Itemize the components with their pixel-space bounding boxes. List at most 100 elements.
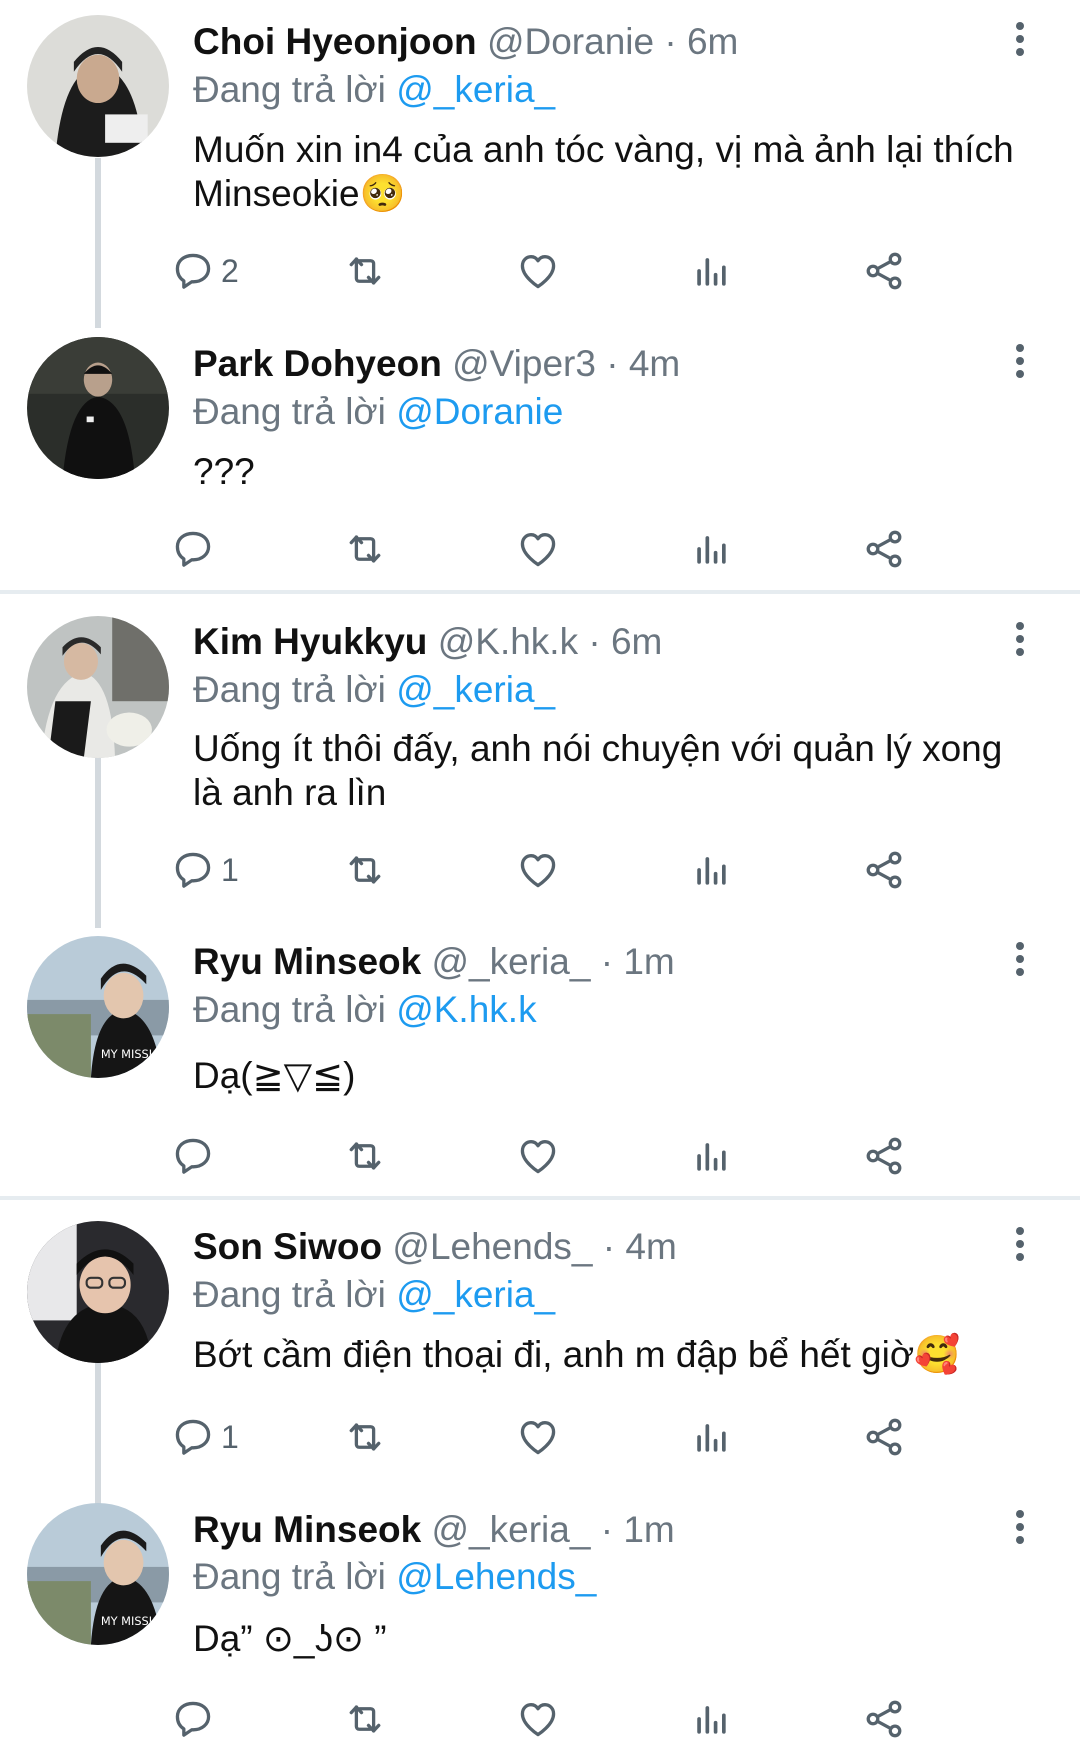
avatar-image [27, 616, 169, 758]
user-handle[interactable]: @_keria_ [432, 1509, 591, 1550]
tweet[interactable]: Son Siwoo @Lehends_ · 4m Đang trả lời @_… [0, 1205, 1080, 1531]
more-vertical-icon[interactable] [1005, 622, 1035, 662]
action-bar: 1 [175, 1412, 1033, 1462]
views-icon [689, 1415, 733, 1459]
share-button[interactable] [862, 845, 906, 895]
avatar[interactable] [27, 616, 169, 758]
display-name[interactable]: Son Siwoo [193, 1226, 382, 1267]
views-icon [689, 848, 733, 892]
reply-icon [171, 1415, 215, 1459]
user-handle[interactable]: @Doranie [487, 21, 654, 62]
views-button[interactable] [689, 246, 733, 296]
reply-button[interactable] [171, 1131, 221, 1181]
views-icon [689, 1134, 733, 1178]
reply-button[interactable] [171, 524, 221, 574]
mention-link[interactable]: @_keria_ [396, 669, 555, 710]
like-icon [516, 1415, 560, 1459]
like-button[interactable] [516, 1412, 560, 1462]
share-button[interactable] [862, 524, 906, 574]
timestamp[interactable]: 1m [623, 941, 674, 982]
views-button[interactable] [689, 845, 733, 895]
reply-button[interactable]: 2 [171, 246, 239, 296]
avatar[interactable]: MY MISSION [27, 1503, 169, 1645]
tweet-text: Uống ít thôi đấy, anh nói chuyện với quả… [193, 728, 1003, 813]
reply-button[interactable] [171, 1694, 221, 1744]
timestamp[interactable]: 6m [687, 21, 738, 62]
like-button[interactable] [516, 1694, 560, 1744]
user-handle[interactable]: @Viper3 [452, 343, 596, 384]
user-handle[interactable]: @_keria_ [432, 941, 591, 982]
share-button[interactable] [862, 246, 906, 296]
views-icon [689, 1697, 733, 1741]
retweet-button[interactable] [343, 246, 387, 296]
views-icon [689, 249, 733, 293]
reply-count: 1 [221, 851, 239, 888]
tweet[interactable]: Kim Hyukkyu @K.hk.k · 6m Đang trả lời @_… [0, 600, 1080, 928]
retweet-icon [343, 1134, 387, 1178]
share-button[interactable] [862, 1412, 906, 1462]
mention-link[interactable]: @K.hk.k [396, 989, 536, 1030]
display-name[interactable]: Kim Hyukkyu [193, 621, 427, 662]
retweet-button[interactable] [343, 1694, 387, 1744]
like-button[interactable] [516, 845, 560, 895]
more-vertical-icon[interactable] [1005, 1227, 1035, 1267]
views-icon [689, 527, 733, 571]
avatar[interactable] [27, 1221, 169, 1363]
display-name[interactable]: Park Dohyeon [193, 343, 442, 384]
user-handle[interactable]: @K.hk.k [438, 621, 578, 662]
retweet-button[interactable] [343, 845, 387, 895]
like-button[interactable] [516, 246, 560, 296]
avatar[interactable] [27, 337, 169, 479]
timestamp[interactable]: 1m [623, 1509, 674, 1550]
display-name[interactable]: Choi Hyeonjoon [193, 21, 477, 62]
avatar[interactable] [27, 15, 169, 157]
views-button[interactable] [689, 524, 733, 574]
more-vertical-icon[interactable] [1005, 22, 1035, 62]
mention-link[interactable]: @_keria_ [396, 69, 555, 110]
avatar[interactable]: MY MISSION [27, 936, 169, 1078]
timestamp[interactable]: 4m [625, 1226, 676, 1267]
reply-button[interactable]: 1 [171, 845, 239, 895]
more-vertical-icon[interactable] [1005, 942, 1035, 982]
views-button[interactable] [689, 1694, 733, 1744]
mention-link[interactable]: @Lehends_ [396, 1556, 596, 1597]
reply-button[interactable]: 1 [171, 1412, 239, 1462]
replying-to: Đang trả lời @K.hk.k [193, 988, 537, 1032]
tweet[interactable]: Park Dohyeon @Viper3 · 4m Đang trả lời @… [0, 322, 1080, 582]
tweet[interactable]: MY MISSION Ryu Minseok @_keria_ · 1m Đan… [0, 920, 1080, 1190]
tweet[interactable]: MY MISSION Ryu Minseok @_keria_ · 1m Đan… [0, 1483, 1080, 1756]
share-button[interactable] [862, 1131, 906, 1181]
views-button[interactable] [689, 1412, 733, 1462]
tweet-header: Choi Hyeonjoon @Doranie · 6m [193, 20, 738, 64]
replying-prefix: Đang trả lời [193, 391, 386, 432]
timestamp[interactable]: 4m [629, 343, 680, 384]
tweet[interactable]: Choi Hyeonjoon @Doranie · 6m Đang trả lờ… [0, 0, 1080, 328]
like-icon [516, 1134, 560, 1178]
replying-prefix: Đang trả lời [193, 1274, 386, 1315]
more-vertical-icon[interactable] [1005, 1510, 1035, 1550]
views-button[interactable] [689, 1131, 733, 1181]
mention-link[interactable]: @_keria_ [396, 1274, 555, 1315]
reply-icon [171, 848, 215, 892]
separator-dot: · [664, 21, 677, 62]
share-button[interactable] [862, 1694, 906, 1744]
more-vertical-icon[interactable] [1005, 344, 1035, 384]
retweet-button[interactable] [343, 1412, 387, 1462]
mention-link[interactable]: @Doranie [396, 391, 563, 432]
reply-count: 2 [221, 252, 239, 289]
tweet-text: Bớt cầm điện thoại đi, anh m đập bể hết … [193, 1334, 961, 1375]
svg-text:MY MISSION: MY MISSION [101, 1614, 169, 1628]
separator-dot: · [588, 621, 601, 662]
like-button[interactable] [516, 524, 560, 574]
display-name[interactable]: Ryu Minseok [193, 1509, 421, 1550]
action-bar: 1 [175, 845, 1033, 895]
replying-prefix: Đang trả lời [193, 1556, 386, 1597]
user-handle[interactable]: @Lehends_ [392, 1226, 592, 1267]
tweet-header: Park Dohyeon @Viper3 · 4m [193, 342, 680, 386]
retweet-button[interactable] [343, 1131, 387, 1181]
display-name[interactable]: Ryu Minseok [193, 941, 421, 982]
like-button[interactable] [516, 1131, 560, 1181]
share-icon [862, 527, 906, 571]
retweet-button[interactable] [343, 524, 387, 574]
timestamp[interactable]: 6m [611, 621, 662, 662]
